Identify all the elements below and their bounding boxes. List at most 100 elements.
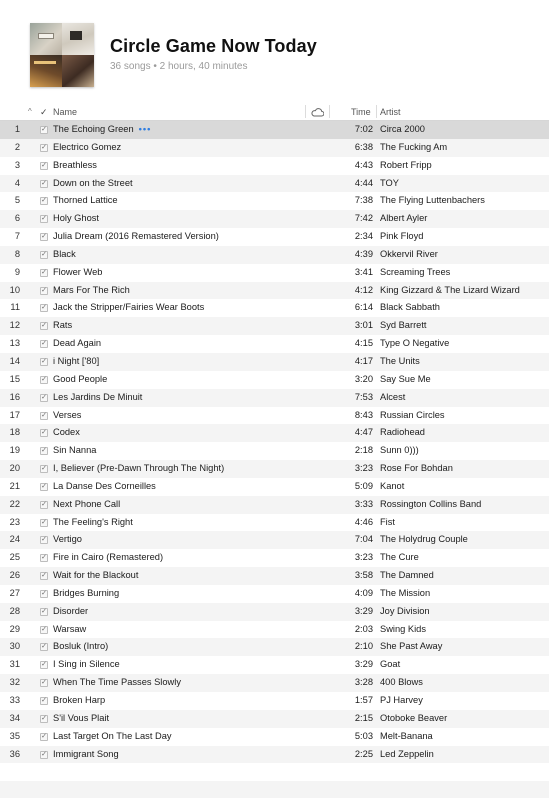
track-checkbox[interactable]: ✓ bbox=[40, 411, 48, 420]
artwork-tile bbox=[62, 55, 94, 87]
track-checkbox[interactable]: ✓ bbox=[40, 536, 48, 545]
track-name-text: Disorder bbox=[53, 605, 89, 616]
track-checkbox[interactable]: ✓ bbox=[40, 393, 48, 402]
track-row[interactable]: 3 ✓ Breathless 4:43 Robert Fripp bbox=[0, 157, 549, 175]
track-checkbox[interactable]: ✓ bbox=[40, 679, 48, 688]
cloud-icon[interactable] bbox=[311, 107, 324, 117]
track-row[interactable]: 18 ✓ Codex 4:47 Radiohead bbox=[0, 424, 549, 443]
sort-ascending-icon[interactable]: ^ bbox=[28, 107, 32, 116]
track-checkbox[interactable]: ✓ bbox=[40, 250, 48, 259]
track-checkbox[interactable]: ✓ bbox=[40, 572, 48, 581]
track-checkbox[interactable]: ✓ bbox=[40, 179, 48, 188]
track-row[interactable]: 2 ✓ Electrico Gomez 6:38 The Fucking Am bbox=[0, 138, 549, 157]
track-row[interactable]: 6 ✓ Holy Ghost 7:42 Albert Ayler bbox=[0, 210, 549, 229]
track-checkbox[interactable]: ✓ bbox=[40, 197, 48, 206]
track-checkbox[interactable]: ✓ bbox=[40, 233, 48, 242]
column-divider[interactable] bbox=[376, 105, 377, 118]
track-row[interactable]: 24 ✓ Vertigo 7:04 The Holydrug Couple bbox=[0, 531, 549, 550]
artist-column-header[interactable]: Artist bbox=[380, 107, 401, 117]
track-checkbox[interactable]: ✓ bbox=[40, 161, 48, 170]
track-checkbox[interactable]: ✓ bbox=[40, 465, 48, 474]
track-name: Electrico Gomez bbox=[53, 142, 121, 152]
time-column-header[interactable]: Time bbox=[351, 107, 371, 117]
track-row[interactable]: 12 ✓ Rats 3:01 Syd Barrett bbox=[0, 317, 549, 336]
track-row[interactable]: 30 ✓ Bosluk (Intro) 2:10 She Past Away bbox=[0, 638, 549, 657]
track-row[interactable]: 5 ✓ Thorned Lattice 7:38 The Flying Luttenba… bbox=[0, 192, 549, 210]
track-row[interactable]: 16 ✓ Les Jardins De Minuit 7:53 Alcest bbox=[0, 388, 549, 407]
track-name: Good People bbox=[53, 374, 107, 384]
track-checkbox[interactable]: ✓ bbox=[40, 750, 48, 759]
track-row[interactable]: 25 ✓ Fire in Cairo (Remastered) 3:23 The Cur… bbox=[0, 549, 549, 567]
track-row[interactable]: 21 ✓ La Danse Des Corneilles 5:09 Kanot bbox=[0, 478, 549, 496]
track-row[interactable]: 9 ✓ Flower Web 3:41 Screaming Trees bbox=[0, 264, 549, 282]
track-time: 3:20 bbox=[354, 373, 373, 384]
track-row[interactable]: 1 ✓ The Echoing Green ••• 7:02 Circa 2000 bbox=[0, 121, 549, 139]
track-time: 2:10 bbox=[354, 641, 373, 652]
track-row[interactable]: 20 ✓ I, Believer (Pre-Dawn Through The Nig… bbox=[0, 460, 549, 478]
track-row[interactable]: 15 ✓ Good People 3:20 Say Sue Me bbox=[0, 371, 549, 389]
track-row[interactable]: 17 ✓ Verses 8:43 Russian Circles bbox=[0, 407, 549, 425]
track-checkbox[interactable]: ✓ bbox=[40, 304, 48, 313]
track-time: 3:23 bbox=[354, 552, 373, 563]
track-time: 8:43 bbox=[354, 409, 373, 420]
track-row[interactable]: 19 ✓ Sin Nanna 2:18 Sunn 0))) bbox=[0, 442, 549, 460]
track-name: Breathless bbox=[53, 160, 97, 170]
track-name: La Danse Des Corneilles bbox=[53, 481, 156, 491]
track-checkbox[interactable]: ✓ bbox=[40, 340, 48, 349]
track-checkbox[interactable]: ✓ bbox=[40, 554, 48, 563]
track-row[interactable]: 13 ✓ Dead Again 4:15 Type O Negative bbox=[0, 335, 549, 353]
track-row[interactable]: 29 ✓ Warsaw 2:03 Swing Kids bbox=[0, 621, 549, 639]
track-row[interactable]: 34 ✓ S'il Vous Plait 2:15 Otoboke Beaver bbox=[0, 709, 549, 728]
track-checkbox[interactable]: ✓ bbox=[40, 518, 48, 527]
track-checkbox[interactable]: ✓ bbox=[40, 643, 48, 652]
track-checkbox[interactable]: ✓ bbox=[40, 500, 48, 509]
track-row[interactable]: 26 ✓ Wait for the Blackout 3:58 The Damned bbox=[0, 567, 549, 585]
track-row[interactable]: 14 ✓ i Night ['80] 4:17 The Units bbox=[0, 352, 549, 371]
track-checkbox[interactable]: ✓ bbox=[40, 661, 48, 670]
track-row[interactable]: 8 ✓ Black 4:39 Okkervil River bbox=[0, 245, 549, 264]
track-checkbox[interactable]: ✓ bbox=[40, 268, 48, 277]
track-number: 10 bbox=[9, 284, 20, 295]
track-row[interactable]: 28 ✓ Disorder 3:29 Joy Division bbox=[0, 602, 549, 621]
track-checkbox[interactable]: ✓ bbox=[40, 143, 48, 152]
track-row[interactable]: 22 ✓ Next Phone Call 3:33 Rossington Collins… bbox=[0, 495, 549, 514]
track-checkbox[interactable]: ✓ bbox=[40, 286, 48, 295]
track-number: 13 bbox=[9, 338, 20, 349]
track-time: 4:47 bbox=[354, 427, 373, 438]
track-row[interactable]: 10 ✓ Mars For The Rich 4:12 King Gizzard & T… bbox=[0, 281, 549, 300]
track-checkbox[interactable]: ✓ bbox=[40, 482, 48, 491]
track-checkbox[interactable]: ✓ bbox=[40, 625, 48, 634]
track-checkbox[interactable]: ✓ bbox=[40, 589, 48, 598]
playlist-title[interactable]: Circle Game Now Today bbox=[110, 36, 317, 57]
track-checkbox[interactable]: ✓ bbox=[40, 215, 48, 224]
track-checkbox[interactable]: ✓ bbox=[40, 447, 48, 456]
track-row[interactable]: 31 ✓ I Sing in Silence 3:29 Goat bbox=[0, 656, 549, 674]
track-row[interactable]: 35 ✓ Last Target On The Last Day 5:03 Melt-B… bbox=[0, 728, 549, 746]
track-row[interactable]: 11 ✓ Jack the Stripper/Fairies Wear Boots 6… bbox=[0, 299, 549, 317]
track-name-text: La Danse Des Corneilles bbox=[53, 480, 156, 491]
track-row[interactable]: 7 ✓ Julia Dream (2016 Remastered Version) 2… bbox=[0, 228, 549, 246]
track-row[interactable]: 23 ✓ The Feeling's Right 4:46 Fist bbox=[0, 514, 549, 532]
track-row[interactable]: 4 ✓ Down on the Street 4:44 TOY bbox=[0, 174, 549, 193]
column-divider[interactable] bbox=[329, 105, 330, 118]
more-options-icon[interactable]: ••• bbox=[139, 124, 152, 134]
track-row[interactable]: 27 ✓ Bridges Burning 4:09 The Mission bbox=[0, 585, 549, 603]
track-row[interactable]: 36 ✓ Immigrant Song 2:25 Led Zeppelin bbox=[0, 745, 549, 764]
track-checkbox[interactable]: ✓ bbox=[40, 714, 48, 723]
track-checkbox[interactable]: ✓ bbox=[40, 732, 48, 741]
track-checkbox[interactable]: ✓ bbox=[40, 697, 48, 705]
track-checkbox[interactable]: ✓ bbox=[40, 126, 48, 134]
column-divider[interactable] bbox=[305, 105, 306, 118]
name-column-header[interactable]: Name bbox=[53, 107, 77, 117]
track-row[interactable]: 33 ✓ Broken Harp 1:57 PJ Harvey bbox=[0, 692, 549, 710]
track-checkbox[interactable]: ✓ bbox=[40, 429, 48, 438]
track-name: Holy Ghost bbox=[53, 213, 99, 223]
track-checkbox[interactable]: ✓ bbox=[40, 607, 48, 616]
playlist-artwork[interactable] bbox=[30, 23, 94, 87]
check-column-header[interactable]: ✓ bbox=[40, 107, 48, 118]
track-number: 34 bbox=[9, 712, 20, 723]
track-checkbox[interactable]: ✓ bbox=[40, 322, 48, 331]
track-row[interactable]: 32 ✓ When The Time Passes Slowly 3:28 400 Bl… bbox=[0, 674, 549, 692]
track-checkbox[interactable]: ✓ bbox=[40, 375, 48, 384]
track-checkbox[interactable]: ✓ bbox=[40, 357, 48, 366]
